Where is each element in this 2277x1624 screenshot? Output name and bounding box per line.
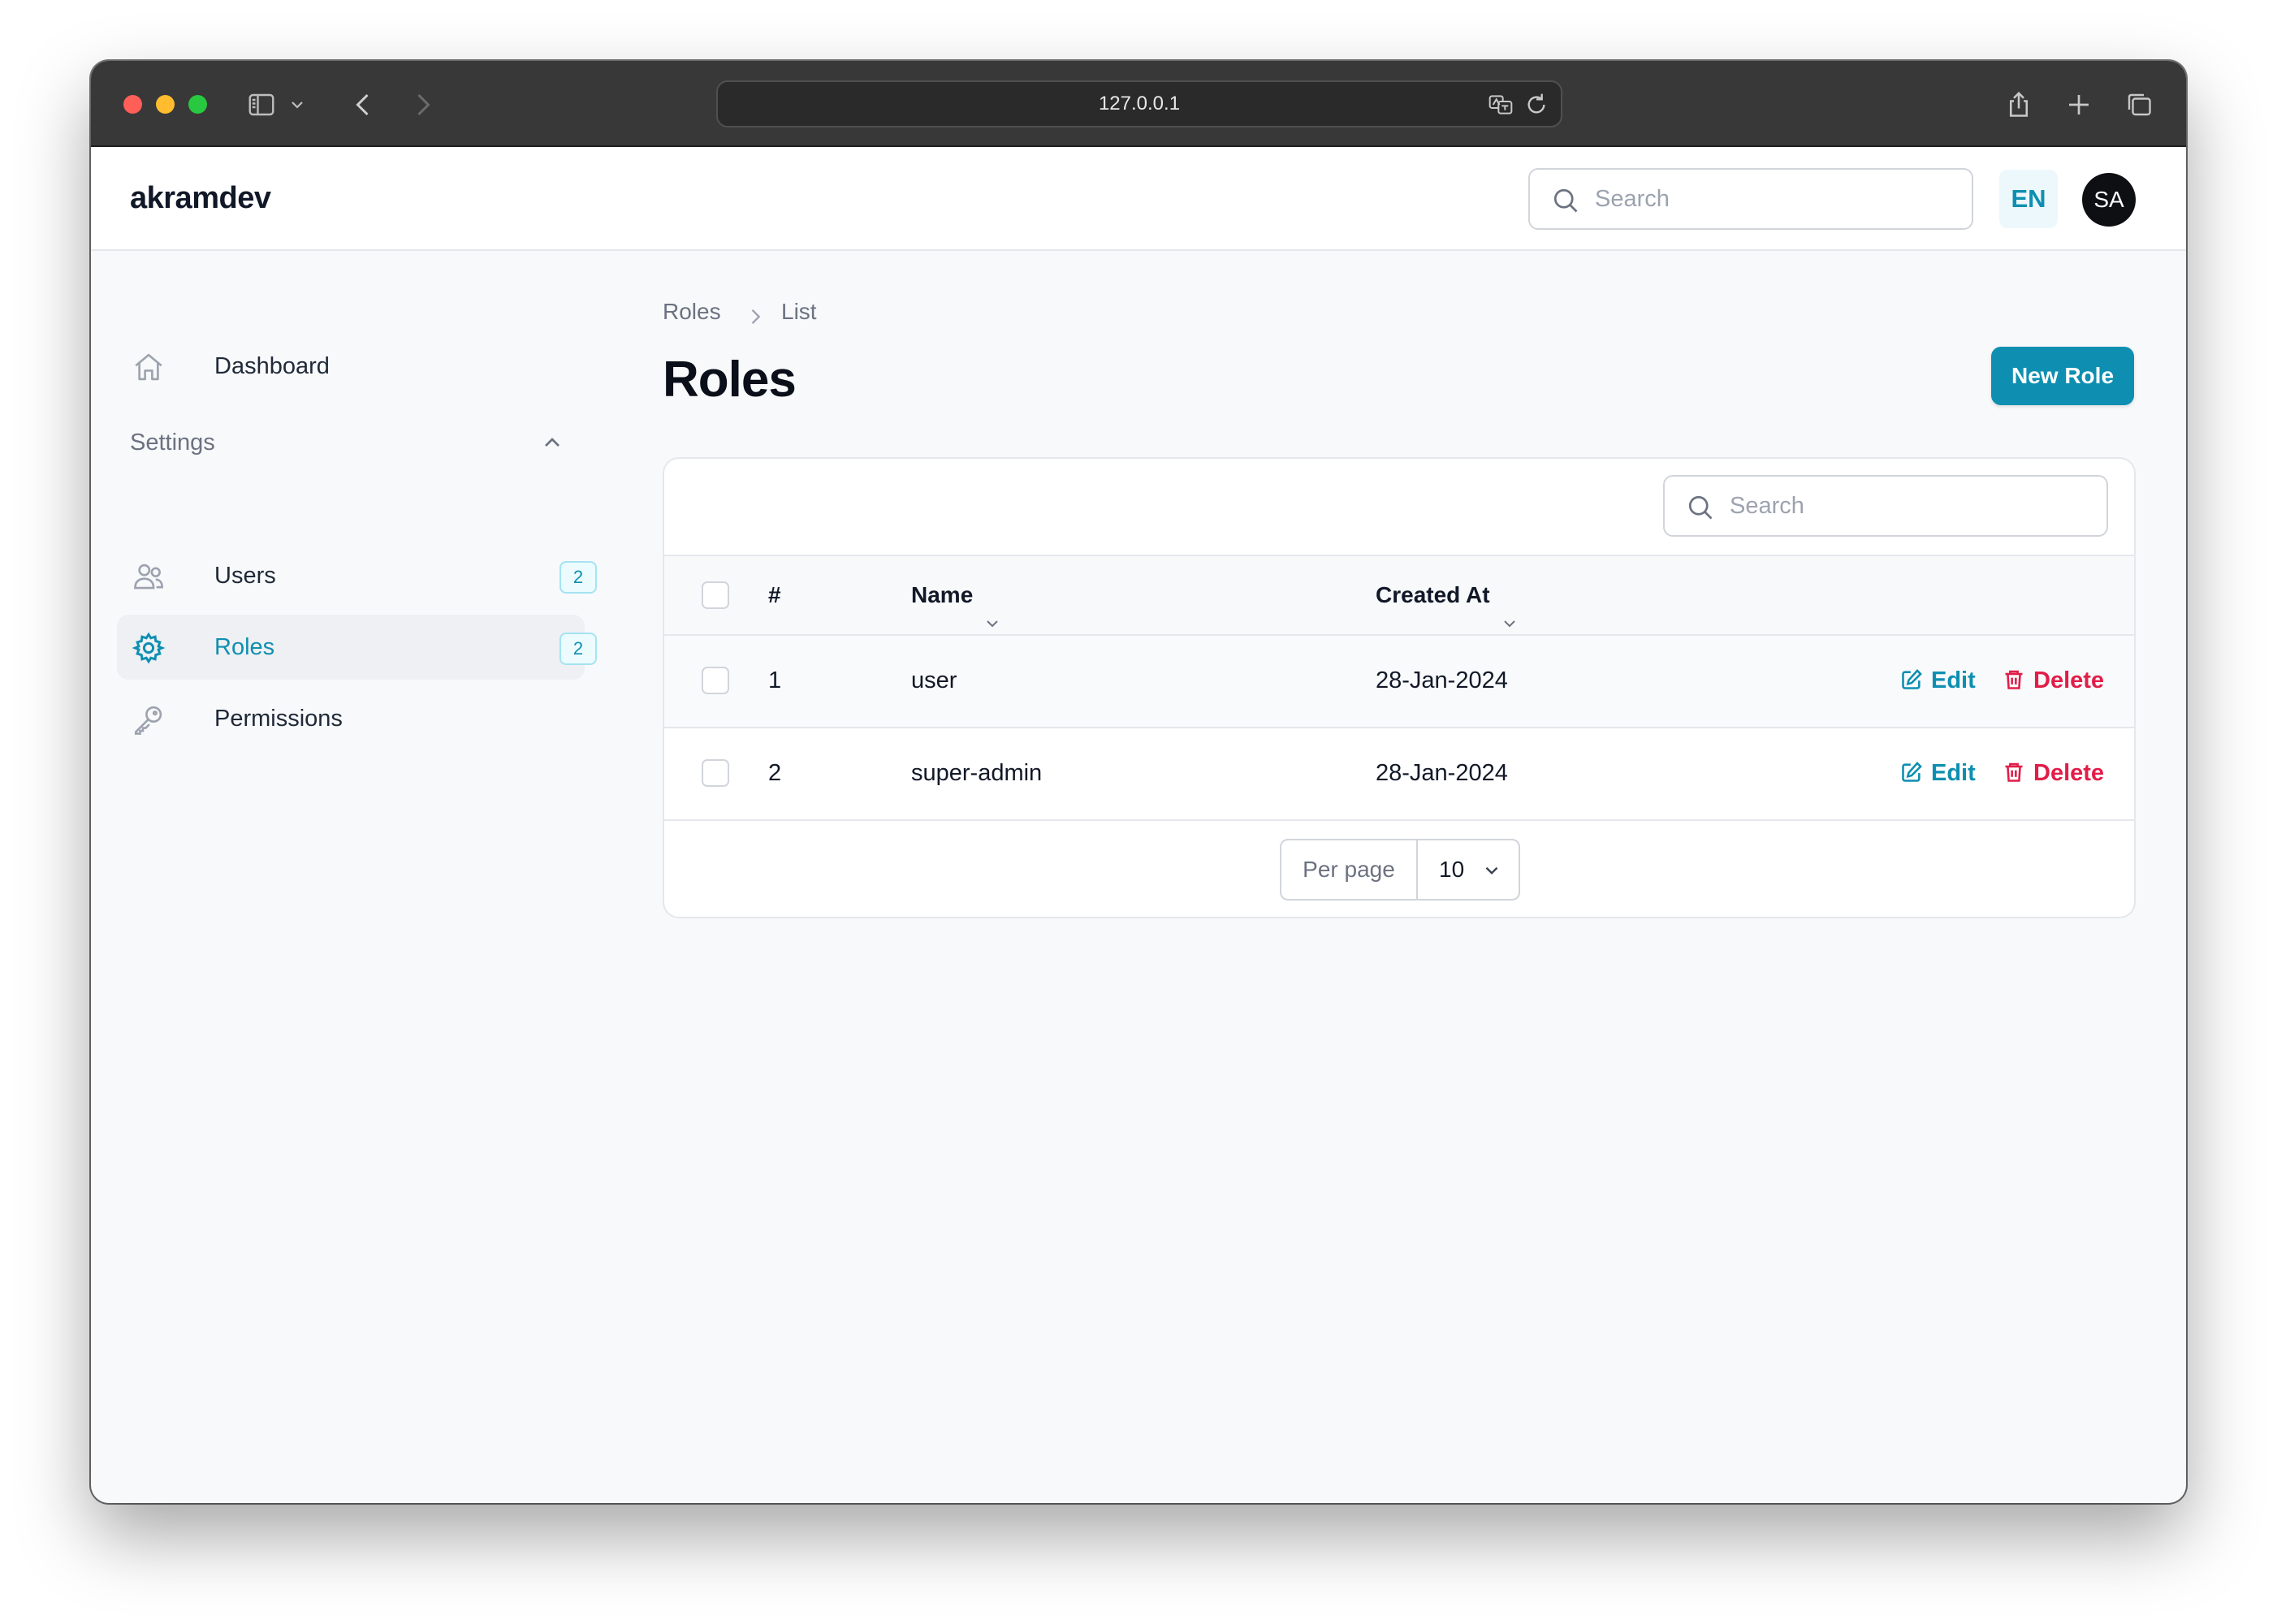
users-icon — [132, 559, 166, 594]
delete-button[interactable]: Delete — [2003, 636, 2104, 725]
sidebar-group-label: Settings — [130, 430, 215, 456]
column-header-created-at[interactable]: Created At — [1376, 556, 1519, 634]
table-row[interactable]: 2 super-admin 28-Jan-2024 Edit Delete — [664, 728, 2134, 821]
table-row[interactable]: 1 user 28-Jan-2024 Edit Delete — [664, 636, 2134, 728]
browser-window: 127.0.0.1 akramdev EN SA — [91, 61, 2186, 1503]
reload-icon[interactable] — [1523, 92, 1549, 118]
row-name: super-admin — [911, 760, 1043, 786]
close-window-button[interactable] — [123, 95, 142, 114]
row-index: 2 — [768, 760, 782, 786]
select-all-checkbox[interactable] — [702, 581, 729, 609]
app-header: akramdev EN SA — [91, 147, 2186, 251]
chevron-down-icon[interactable] — [1481, 860, 1502, 881]
row-created-at: 28-Jan-2024 — [1376, 667, 1508, 693]
edit-label: Edit — [1931, 667, 1976, 693]
row-created-at: 28-Jan-2024 — [1376, 760, 1508, 786]
delete-label: Delete — [2033, 760, 2105, 786]
language-switcher[interactable]: EN — [1999, 170, 2058, 228]
delete-label: Delete — [2033, 667, 2105, 693]
gear-icon — [132, 631, 166, 665]
trash-icon — [2003, 639, 2025, 689]
zoom-window-button[interactable] — [188, 95, 207, 114]
table-search-input[interactable] — [1730, 477, 2087, 535]
row-index: 1 — [768, 667, 782, 693]
roles-table-card: # Name Created At 1 user 28-Jan-2024 Edi… — [663, 457, 2136, 918]
user-avatar[interactable]: SA — [2082, 173, 2136, 227]
column-header-label: Name — [911, 582, 974, 607]
edit-button[interactable]: Edit — [1900, 636, 1976, 725]
edit-icon — [1900, 639, 1923, 689]
column-header-name[interactable]: Name — [911, 556, 1002, 634]
browser-toolbar: 127.0.0.1 — [91, 61, 2186, 147]
edit-label: Edit — [1931, 760, 1976, 786]
users-count-badge: 2 — [560, 561, 597, 594]
per-page-select[interactable]: Per page 10 — [1280, 839, 1520, 901]
breadcrumb-current: List — [781, 299, 817, 324]
new-tab-icon[interactable] — [2064, 90, 2093, 119]
search-icon — [1551, 186, 1580, 215]
column-header-label: Created At — [1376, 582, 1490, 607]
address-bar[interactable]: 127.0.0.1 — [716, 80, 1562, 127]
chevron-right-icon — [744, 300, 767, 324]
key-icon — [132, 702, 166, 736]
table-search[interactable] — [1663, 475, 2108, 537]
sidebar-toggle-icon[interactable] — [247, 90, 276, 119]
per-page-label: Per page — [1281, 840, 1418, 899]
global-search-input[interactable] — [1595, 170, 1952, 228]
new-role-button[interactable]: New Role — [1991, 347, 2134, 405]
sidebar-item-dashboard[interactable]: Dashboard — [117, 334, 585, 399]
roles-count-badge: 2 — [560, 633, 597, 665]
row-checkbox[interactable] — [702, 667, 729, 694]
translate-icon[interactable] — [1488, 92, 1514, 118]
edit-button[interactable]: Edit — [1900, 728, 1976, 818]
sidebar-item-label: Users — [214, 563, 276, 589]
minimize-window-button[interactable] — [156, 95, 175, 114]
sidebar-item-roles[interactable]: Roles 2 — [117, 615, 597, 680]
chevron-down-icon[interactable] — [287, 90, 307, 119]
page-title: Roles — [663, 352, 797, 408]
sort-chevron-icon[interactable] — [983, 587, 1002, 628]
back-icon[interactable] — [349, 90, 378, 119]
url-text: 127.0.0.1 — [1098, 93, 1181, 114]
brand-logo[interactable]: akramdev — [130, 147, 271, 249]
sidebar-item-label: Dashboard — [214, 353, 330, 379]
share-icon[interactable] — [2004, 90, 2033, 119]
sidebar-item-label: Roles — [214, 634, 275, 660]
sidebar-group-settings[interactable]: Settings — [130, 418, 578, 467]
sidebar-item-label: Permissions — [214, 706, 343, 732]
tab-overview-icon[interactable] — [2124, 90, 2154, 119]
table-header: # Name Created At — [664, 555, 2134, 636]
row-checkbox[interactable] — [702, 759, 729, 787]
home-icon — [132, 350, 166, 384]
sort-chevron-icon[interactable] — [1500, 587, 1519, 628]
row-name: user — [911, 667, 957, 693]
chevron-up-icon[interactable] — [539, 430, 565, 456]
trash-icon — [2003, 732, 2025, 782]
forward-icon[interactable] — [408, 90, 437, 119]
column-header-index: # — [768, 582, 781, 607]
breadcrumb-roles-link[interactable]: Roles — [663, 292, 721, 332]
delete-button[interactable]: Delete — [2003, 728, 2104, 818]
global-search[interactable] — [1528, 168, 1973, 230]
search-icon — [1686, 493, 1715, 522]
sidebar-item-permissions[interactable]: Permissions — [117, 686, 585, 751]
sidebar-item-users[interactable]: Users 2 — [117, 543, 597, 608]
per-page-value[interactable]: 10 — [1439, 840, 1464, 899]
edit-icon — [1900, 732, 1923, 782]
